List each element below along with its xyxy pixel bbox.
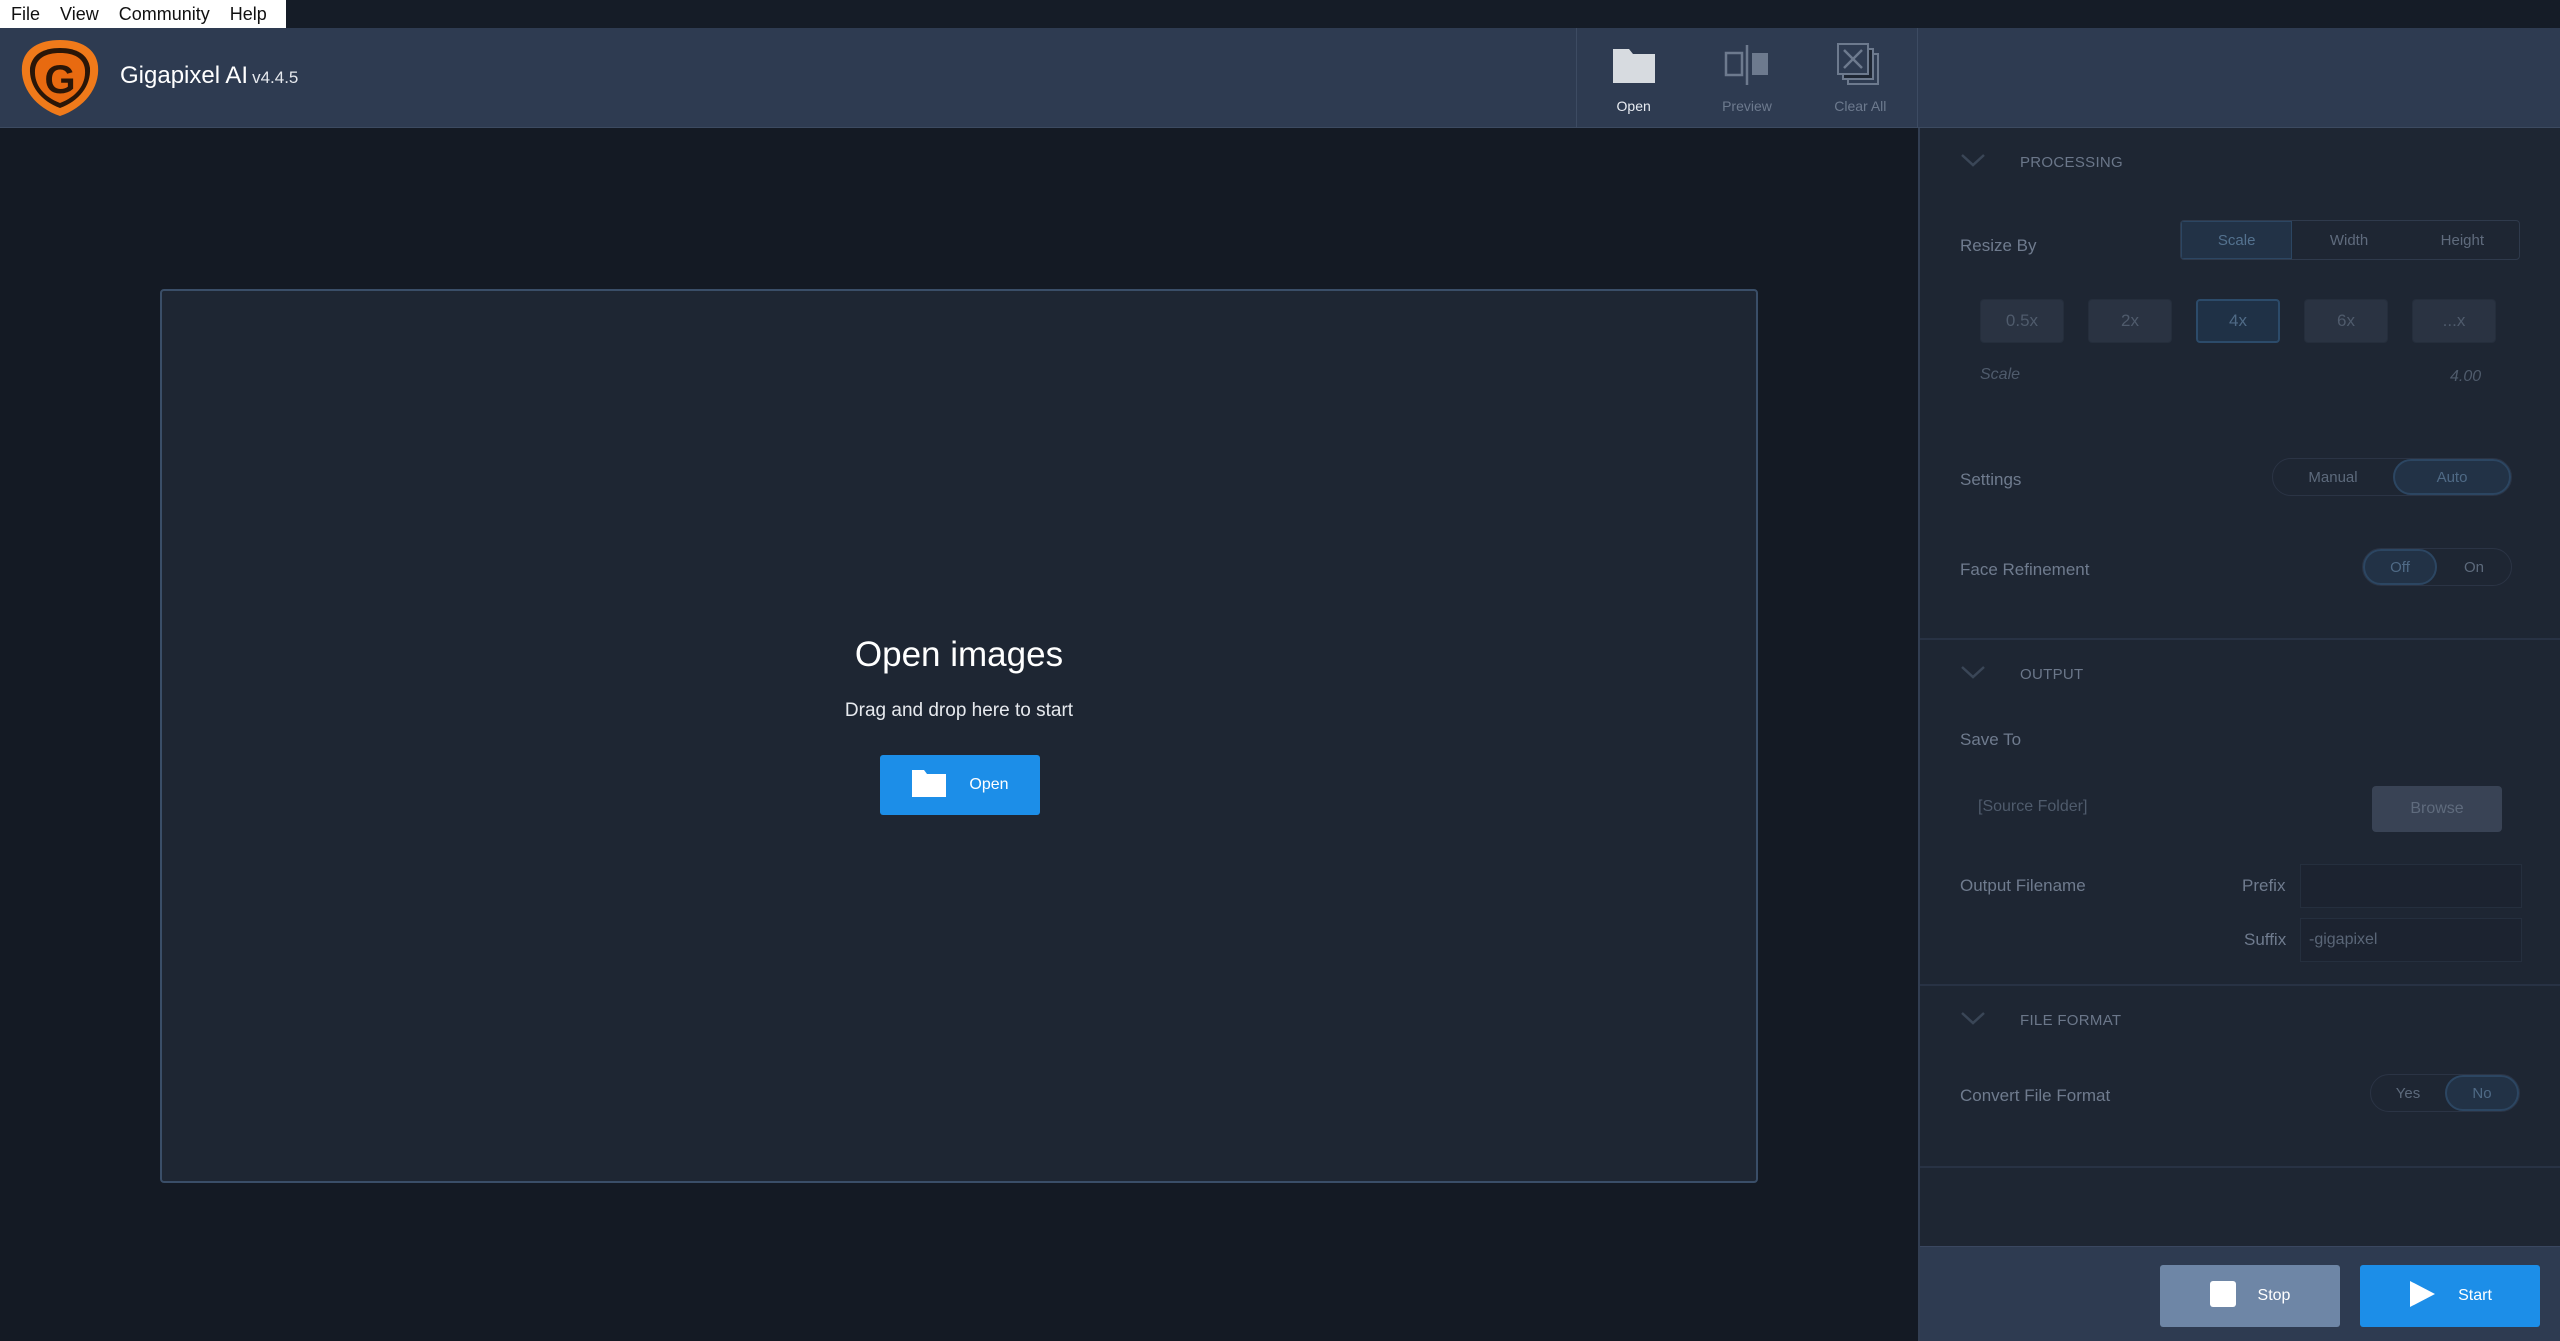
app-header: G Gigapixel AI v4.4.5 Open Preview Clear…: [0, 28, 2560, 128]
workspace: Open images Drag and drop here to start …: [0, 129, 1918, 1341]
clear-all-icon: [1835, 42, 1885, 88]
scale-label: Scale: [1980, 366, 2021, 383]
settings-label: Settings: [1960, 470, 2022, 489]
file-format-section-header[interactable]: FILE FORMAT: [1920, 1006, 2560, 1036]
scale-button-2x[interactable]: 2x: [2088, 299, 2172, 343]
face-refinement-toggle: Off On: [2362, 548, 2512, 586]
stop-button[interactable]: Stop: [2160, 1265, 2340, 1327]
resize-option-scale[interactable]: Scale: [2181, 221, 2293, 259]
logo-letter: G: [44, 58, 75, 102]
convert-option-no[interactable]: No: [2445, 1075, 2519, 1111]
chevron-down-icon: [1960, 1010, 1986, 1031]
convert-format-label: Convert File Format: [1960, 1086, 2111, 1105]
stop-label: Stop: [2257, 1287, 2291, 1304]
play-icon: [2408, 1280, 2436, 1313]
scale-button-4x[interactable]: 4x: [2196, 299, 2280, 343]
preview-tool-button[interactable]: Preview: [1690, 28, 1803, 128]
face-option-off[interactable]: Off: [2363, 549, 2437, 585]
preview-tool-label: Preview: [1722, 98, 1772, 114]
section-divider: [1920, 1166, 2560, 1168]
processing-section-header[interactable]: PROCESSING: [1920, 148, 2560, 178]
section-divider: [1920, 638, 2560, 640]
stop-icon: [2209, 1280, 2236, 1312]
action-bar: Stop Start: [1920, 1246, 2560, 1341]
settings-panel: PROCESSING Resize By Scale Width Height …: [1918, 128, 2560, 1341]
open-tool-label: Open: [1616, 98, 1651, 114]
save-to-value: [Source Folder]: [1978, 798, 2088, 815]
resize-option-width[interactable]: Width: [2292, 221, 2405, 259]
drop-zone[interactable]: Open images Drag and drop here to start …: [160, 289, 1758, 1183]
scale-value[interactable]: 4.00: [2450, 368, 2481, 386]
drop-title: Open images: [854, 635, 1064, 674]
folder-icon: [911, 768, 947, 803]
convert-option-yes[interactable]: Yes: [2371, 1075, 2445, 1111]
resize-by-label: Resize By: [1960, 236, 2037, 255]
start-label: Start: [2458, 1287, 2492, 1304]
clear-all-tool-label: Clear All: [1834, 98, 1887, 114]
start-button[interactable]: Start: [2360, 1265, 2540, 1327]
output-filename-label: Output Filename: [1960, 876, 2086, 895]
menu-file[interactable]: File: [0, 0, 50, 28]
output-section-header[interactable]: OUTPUT: [1920, 660, 2560, 690]
menu-bar: File View Community Help: [0, 0, 2560, 28]
scale-button-0-5x[interactable]: 0.5x: [1980, 299, 2064, 343]
app-logo: G: [18, 36, 102, 120]
drop-subtitle: Drag and drop here to start: [844, 700, 1074, 721]
app-name: Gigapixel AI: [120, 62, 249, 89]
resize-by-selector: Scale Width Height: [2180, 220, 2520, 260]
save-to-label: Save To: [1960, 730, 2022, 749]
compare-icon: [1722, 42, 1772, 88]
folder-icon: [1609, 42, 1659, 88]
menu-community[interactable]: Community: [109, 0, 220, 28]
menu-help[interactable]: Help: [220, 0, 277, 28]
prefix-input[interactable]: [2300, 864, 2522, 908]
chevron-down-icon: [1960, 664, 1986, 685]
menu-group: File View Community Help: [0, 0, 286, 28]
face-option-on[interactable]: On: [2437, 549, 2511, 585]
open-images-label: Open: [969, 776, 1009, 793]
chevron-down-icon: [1960, 152, 1986, 173]
browse-button[interactable]: Browse: [2372, 786, 2502, 832]
menu-view[interactable]: View: [50, 0, 109, 28]
processing-title: PROCESSING: [2020, 154, 2124, 171]
toolbar: Open Preview Clear All: [1576, 28, 1918, 128]
clear-all-tool-button[interactable]: Clear All: [1804, 28, 1917, 128]
face-refinement-label: Face Refinement: [1960, 560, 2090, 579]
section-divider: [1920, 984, 2560, 986]
resize-option-height[interactable]: Height: [2406, 221, 2519, 259]
app-title: Gigapixel AI v4.4.5: [120, 62, 298, 90]
scale-button-6x[interactable]: 6x: [2304, 299, 2388, 343]
suffix-input[interactable]: -gigapixel: [2300, 918, 2522, 962]
app-version: v4.4.5: [252, 68, 299, 87]
file-format-title: FILE FORMAT: [2020, 1012, 2122, 1029]
scale-button-custom[interactable]: ...x: [2412, 299, 2496, 343]
prefix-label: Prefix: [2242, 876, 2286, 895]
open-images-button[interactable]: Open: [880, 755, 1040, 815]
convert-format-toggle: Yes No: [2370, 1074, 2520, 1112]
settings-option-manual[interactable]: Manual: [2273, 459, 2393, 495]
settings-option-auto[interactable]: Auto: [2393, 459, 2511, 495]
output-title: OUTPUT: [2020, 666, 2084, 683]
suffix-label: Suffix: [2244, 930, 2287, 949]
settings-toggle: Manual Auto: [2272, 458, 2512, 496]
open-tool-button[interactable]: Open: [1577, 28, 1690, 128]
